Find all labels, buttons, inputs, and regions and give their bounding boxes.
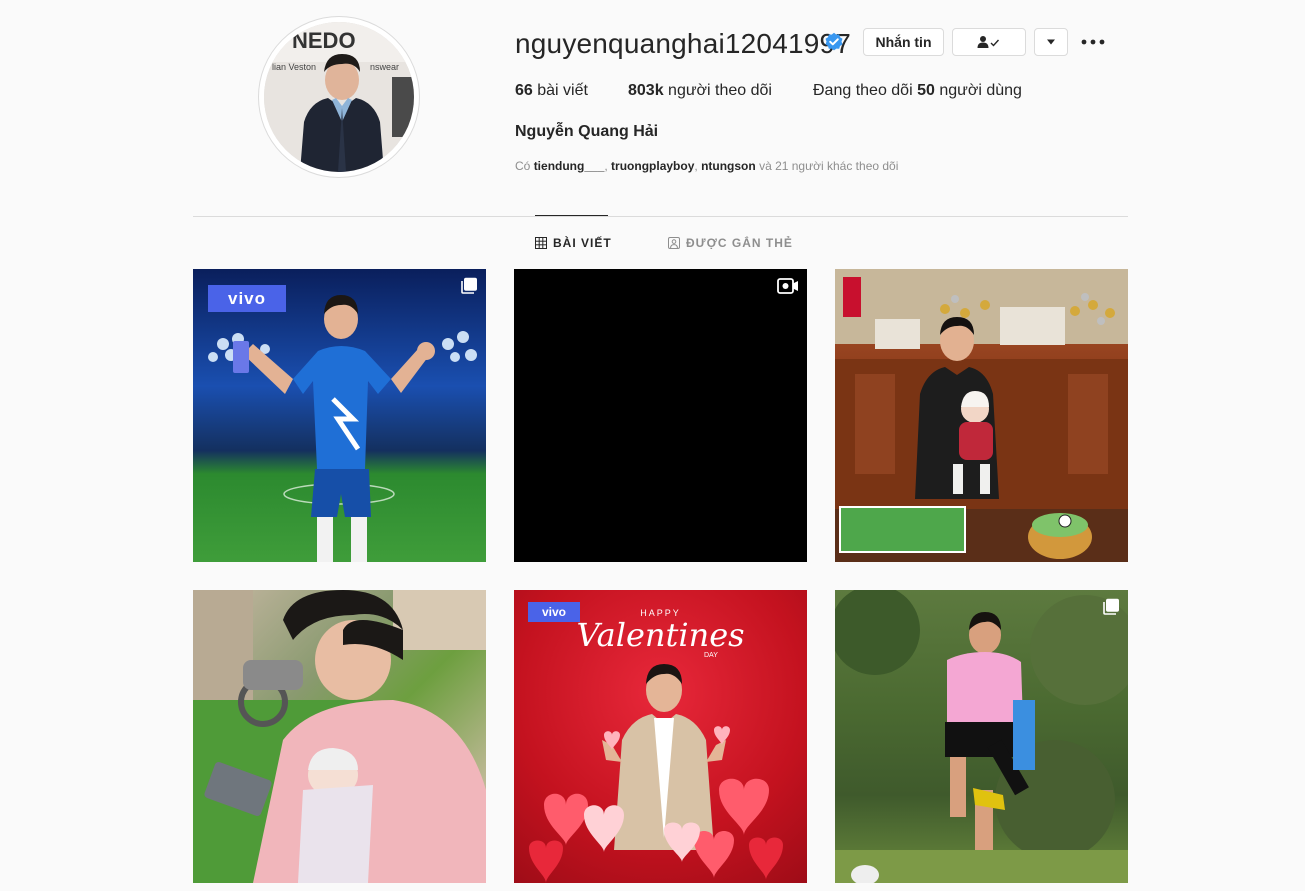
followed-by-text[interactable]: Có tiendung___, truongplayboy, ntungson … (515, 159, 898, 173)
post-thumbnail[interactable]: vivo HAPPY Valentines DAY (514, 590, 807, 883)
post-thumbnail[interactable] (193, 590, 486, 883)
post-thumbnail[interactable]: vivo (193, 269, 486, 562)
active-tab-indicator (535, 215, 608, 216)
avatar-backdrop-subtext: lian Veston (272, 62, 316, 72)
followed-by-suffix: và 21 người khác theo dõi (759, 159, 899, 173)
following-prefix: Đang theo dõi (813, 82, 913, 99)
followed-by-account[interactable]: tiendung___ (534, 159, 605, 173)
following-count: 50 (917, 82, 935, 99)
post-thumbnail[interactable] (514, 269, 807, 562)
avatar-backdrop-subtext-2: nswear (370, 62, 399, 72)
posts-label: bài viết (537, 82, 588, 99)
profile-full-name: Nguyễn Quang Hải (515, 123, 659, 140)
avatar: NEDO lian Veston nswear (264, 22, 414, 172)
post-image (835, 269, 1128, 562)
carousel-icon (461, 277, 477, 294)
followers-count: 803k (628, 82, 664, 99)
tab-tagged[interactable]: ĐƯỢC GẮN THẺ (668, 236, 793, 250)
posts-count: 66 (515, 82, 533, 99)
tabs-divider (193, 216, 1128, 217)
tab-posts-label: BÀI VIẾT (553, 236, 612, 250)
profile-avatar-button[interactable]: NEDO lian Veston nswear (258, 16, 420, 178)
vivo-logo: vivo (208, 285, 286, 312)
following-button[interactable] (952, 28, 1026, 56)
following-link[interactable]: Đang theo dõi 50 người dùng (813, 82, 1022, 100)
video-icon (777, 278, 798, 294)
tab-posts[interactable]: BÀI VIẾT (535, 236, 612, 250)
followed-by-prefix: Có (515, 159, 531, 173)
profile-username: nguyenquanghai12041997 (515, 28, 852, 59)
followers-label: người theo dõi (668, 82, 772, 99)
following-suffix: người dùng (939, 82, 1022, 99)
person-check-icon (977, 36, 1000, 48)
more-options-button[interactable] (1080, 30, 1106, 54)
carousel-icon (1103, 598, 1119, 615)
verified-badge-icon (824, 32, 844, 52)
message-button[interactable]: Nhắn tin (863, 28, 944, 56)
post-image (529, 664, 783, 883)
more-dots-icon (1081, 39, 1105, 45)
post-image (208, 295, 477, 562)
post-image (193, 590, 486, 883)
avatar-backdrop-text: NEDO (292, 28, 356, 53)
suggestions-dropdown-button[interactable] (1034, 28, 1068, 56)
tab-tagged-label: ĐƯỢC GẮN THẺ (686, 236, 793, 250)
followed-by-account[interactable]: truongplayboy (611, 159, 694, 173)
post-image (835, 590, 1128, 883)
followers-link[interactable]: 803k người theo dõi (628, 82, 772, 100)
post-thumbnail[interactable] (835, 590, 1128, 883)
tagged-icon (668, 237, 680, 249)
posts-count-stat: 66 bài viết (515, 82, 588, 100)
caret-down-icon (1047, 39, 1055, 45)
post-thumbnail[interactable] (835, 269, 1128, 562)
grid-icon (535, 237, 547, 249)
followed-by-account[interactable]: ntungson (701, 159, 756, 173)
